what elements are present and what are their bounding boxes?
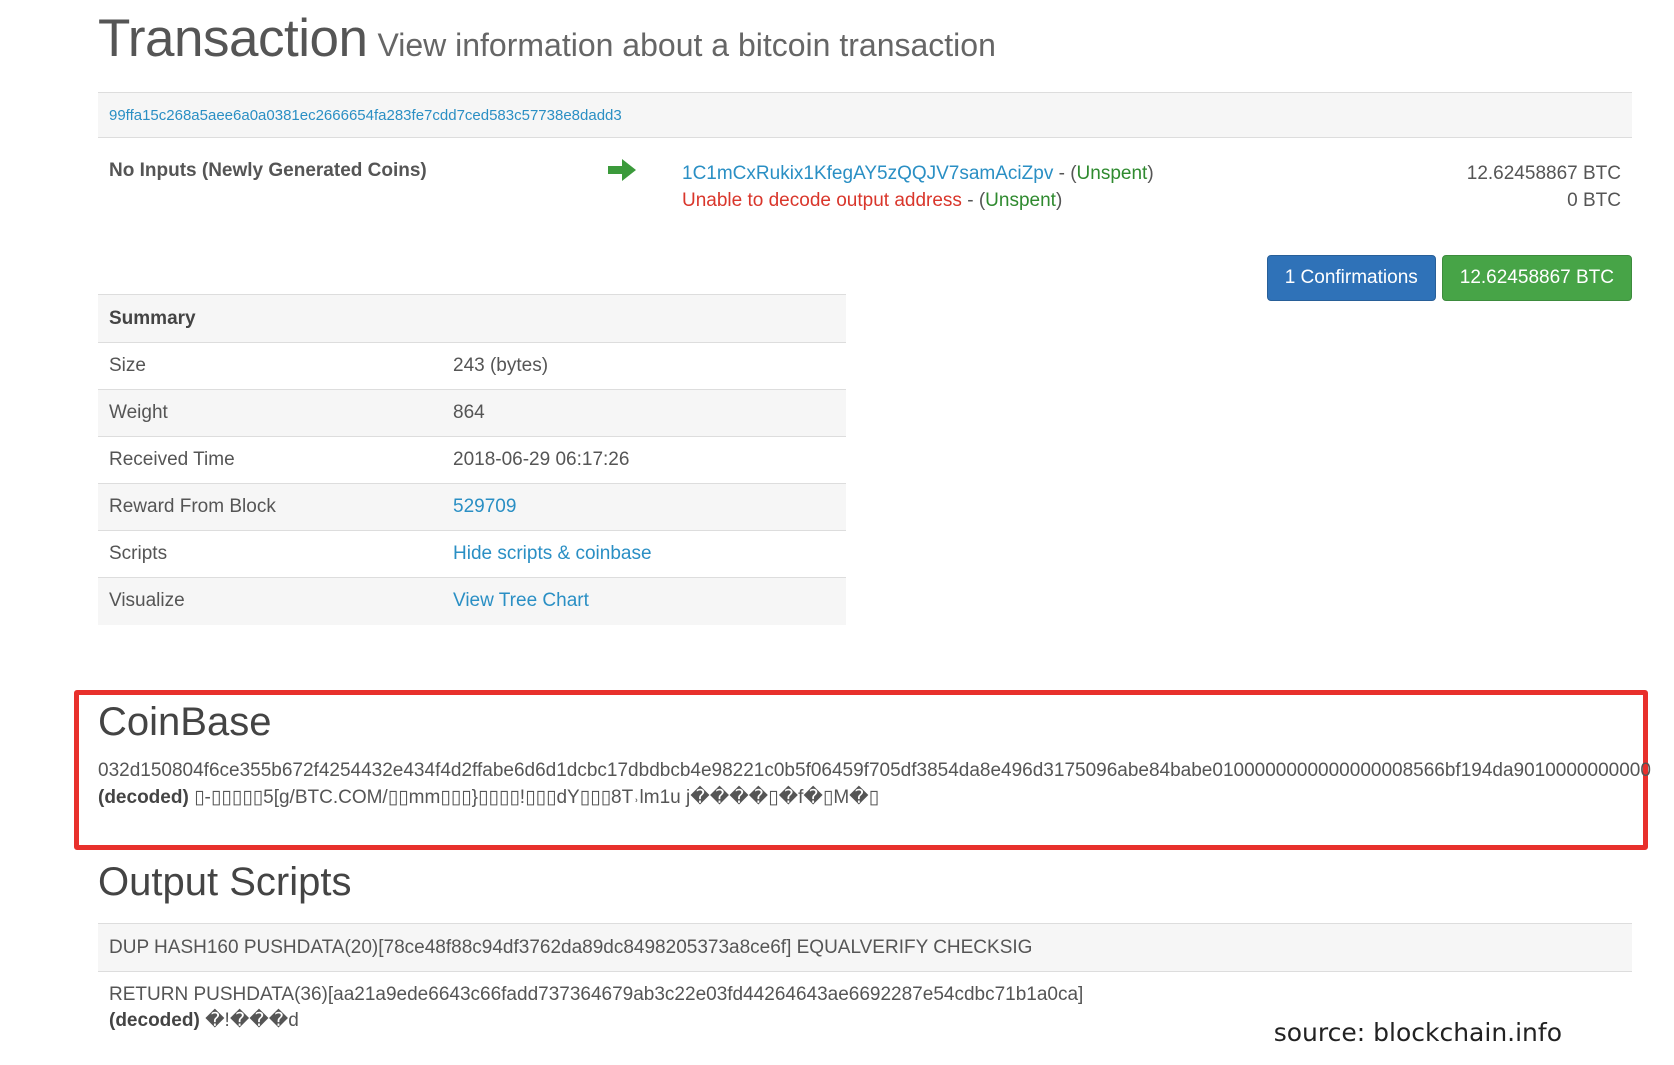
summary-value: 243 (bytes) bbox=[442, 342, 846, 390]
table-row: Scripts Hide scripts & coinbase bbox=[98, 530, 846, 578]
output-row: Unable to decode output address - (Unspe… bbox=[682, 187, 1154, 214]
table-row: Weight 864 bbox=[98, 389, 846, 437]
block-link[interactable]: 529709 bbox=[453, 496, 516, 517]
transaction-io: No Inputs (Newly Generated Coins) 1C1mCx… bbox=[98, 138, 1632, 301]
source-caption: source: blockchain.info bbox=[1273, 1018, 1562, 1047]
script-row: DUP HASH160 PUSHDATA(20)[78ce48f88c94df3… bbox=[98, 923, 1632, 971]
summary-header-row: Summary bbox=[98, 294, 846, 343]
decoded-label: (decoded) bbox=[109, 1010, 200, 1031]
page-header: Transaction View information about a bitc… bbox=[98, 8, 996, 69]
confirmations-button[interactable]: 1 Confirmations bbox=[1266, 255, 1436, 301]
inputs-label: No Inputs (Newly Generated Coins) bbox=[109, 160, 427, 181]
summary-value: 2018-06-29 06:17:26 bbox=[442, 436, 846, 484]
output-scripts-title: Output Scripts bbox=[98, 860, 352, 904]
transaction-hash-row: 99ffa15c268a5aee6a0a0381ec2666654fa283fe… bbox=[98, 92, 1632, 138]
view-tree-chart-link[interactable]: View Tree Chart bbox=[453, 590, 589, 611]
summary-label: Size bbox=[98, 342, 442, 390]
summary-label: Visualize bbox=[98, 577, 442, 625]
page-title: Transaction bbox=[98, 9, 368, 68]
transaction-hash-link[interactable]: 99ffa15c268a5aee6a0a0381ec2666654fa283fe… bbox=[109, 107, 622, 124]
coinbase-hex: 032d150804f6ce355b672f4254432e434f4d2ffa… bbox=[98, 760, 1651, 781]
summary-table: Summary Size 243 (bytes) Weight 864 Rece… bbox=[98, 294, 846, 625]
transaction-buttons: 1 Confirmations 12.62458867 BTC bbox=[1266, 255, 1632, 301]
output-status: Unspent bbox=[1076, 163, 1148, 184]
output-separator-close: ) bbox=[1147, 163, 1154, 184]
output-status: Unspent bbox=[985, 190, 1056, 211]
output-address-link[interactable]: 1C1mCxRukix1KfegAY5zQQJV7samAciZpv bbox=[682, 163, 1053, 184]
table-row: Received Time 2018-06-29 06:17:26 bbox=[98, 436, 846, 484]
arrow-right-icon bbox=[608, 159, 636, 181]
table-row: Size 243 (bytes) bbox=[98, 342, 846, 390]
summary-heading: Summary bbox=[98, 294, 846, 343]
script-text: DUP HASH160 PUSHDATA(20)[78ce48f88c94df3… bbox=[109, 936, 1033, 958]
hide-scripts-link[interactable]: Hide scripts & coinbase bbox=[453, 543, 652, 564]
output-amount: 0 BTC bbox=[1567, 190, 1621, 211]
output-separator-close: ) bbox=[1055, 190, 1063, 211]
output-row: 1C1mCxRukix1KfegAY5zQQJV7samAciZpv - (Un… bbox=[682, 160, 1154, 187]
page-subtitle: View information about a bitcoin transac… bbox=[377, 27, 996, 63]
output-address-error: Unable to decode output address bbox=[682, 190, 962, 211]
transaction-panel: 99ffa15c268a5aee6a0a0381ec2666654fa283fe… bbox=[98, 92, 1632, 301]
decoded-label: (decoded) bbox=[98, 787, 189, 808]
coinbase-decoded-value: ▯-▯▯▯▯▯5[g/BTC.COM/▯▯mm▯▯▯}▯▯▯▯!▯▯▯dY▯▯▯… bbox=[194, 787, 880, 808]
script-decoded-value: �!���d bbox=[205, 1010, 299, 1031]
summary-label: Weight bbox=[98, 389, 442, 437]
output-amount: 12.62458867 BTC bbox=[1466, 163, 1621, 184]
summary-label: Reward From Block bbox=[98, 483, 442, 531]
table-row: Visualize View Tree Chart bbox=[98, 577, 846, 625]
output-amounts: 12.62458867 BTC 0 BTC bbox=[1467, 160, 1621, 214]
coinbase-decoded: (decoded) ▯-▯▯▯▯▯5[g/BTC.COM/▯▯mm▯▯▯}▯▯▯… bbox=[98, 786, 879, 809]
total-amount-button[interactable]: 12.62458867 BTC bbox=[1441, 255, 1632, 301]
script-text: RETURN PUSHDATA(36)[aa21a9ede6643c66fadd… bbox=[109, 984, 1084, 1005]
summary-label: Scripts bbox=[98, 530, 442, 578]
summary-label: Received Time bbox=[98, 436, 442, 484]
output-separator: - ( bbox=[1053, 163, 1077, 184]
coinbase-title: CoinBase bbox=[98, 700, 272, 744]
summary-value: 864 bbox=[442, 389, 846, 437]
output-separator: - ( bbox=[961, 190, 986, 211]
outputs-list: 1C1mCxRukix1KfegAY5zQQJV7samAciZpv - (Un… bbox=[682, 160, 1154, 214]
table-row: Reward From Block 529709 bbox=[98, 483, 846, 531]
